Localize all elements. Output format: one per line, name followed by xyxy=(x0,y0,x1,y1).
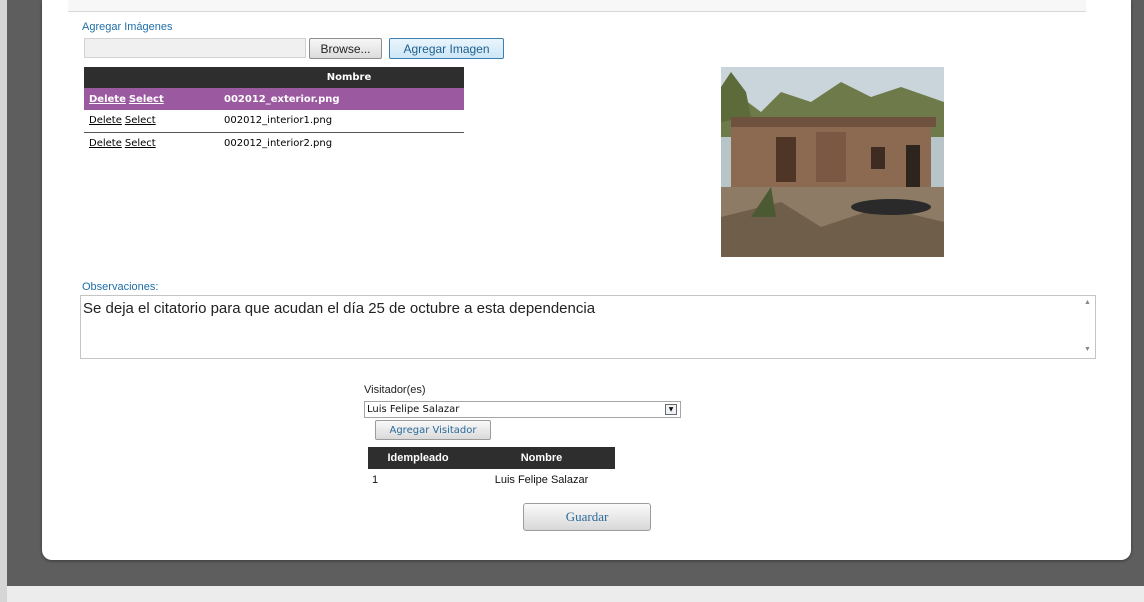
dropdown-arrow-icon[interactable]: ▼ xyxy=(665,404,677,415)
browse-button[interactable]: Browse... xyxy=(309,38,382,59)
nombre-column-header: Nombre xyxy=(468,447,615,469)
images-section-label: Agregar Imágenes xyxy=(82,21,173,33)
visitador-select[interactable]: Luis Felipe Salazar ▼ xyxy=(364,401,681,418)
visitadores-table: Idempleado Nombre 1 Luis Felipe Salazar xyxy=(368,447,615,491)
table-row: Delete Select 002012_exterior.png xyxy=(84,88,464,110)
employee-name: Luis Felipe Salazar xyxy=(494,474,589,486)
table-row: Delete Select 002012_interior1.png xyxy=(84,110,464,132)
scroll-down-icon[interactable]: ▼ xyxy=(1084,346,1091,353)
images-table: Nombre Delete Select 002012_exterior.png … xyxy=(84,67,464,154)
page-footer xyxy=(7,586,1144,602)
observaciones-label: Observaciones: xyxy=(82,281,159,293)
file-path-input[interactable] xyxy=(84,38,306,58)
add-image-button[interactable]: Agregar Imagen xyxy=(389,38,504,59)
add-visitador-button[interactable]: Agregar Visitador xyxy=(375,420,491,440)
select-link[interactable]: Select xyxy=(125,138,156,149)
observaciones-text: Se deja el citatorio para que acudan el … xyxy=(83,300,596,317)
delete-link[interactable]: Delete xyxy=(89,138,122,149)
visitador-selected-value: Luis Felipe Salazar xyxy=(367,404,460,415)
table-row: Delete Select 002012_interior2.png xyxy=(84,132,464,154)
table-row: 1 Luis Felipe Salazar xyxy=(368,469,615,491)
file-name: 002012_exterior.png xyxy=(224,93,340,105)
delete-link[interactable]: Delete xyxy=(89,94,126,105)
page-left-edge xyxy=(0,0,7,602)
scroll-up-icon[interactable]: ▲ xyxy=(1084,299,1091,306)
visitadores-label: Visitador(es) xyxy=(364,384,426,396)
idempleado-column-header: Idempleado xyxy=(368,447,468,469)
observaciones-textarea[interactable]: Se deja el citatorio para que acudan el … xyxy=(80,295,1096,359)
file-name: 002012_interior2.png xyxy=(224,137,333,149)
panel-top-strip xyxy=(68,0,1086,12)
name-column-header: Nombre xyxy=(326,72,372,83)
select-link[interactable]: Select xyxy=(125,115,156,126)
select-link[interactable]: Select xyxy=(129,94,164,105)
file-name: 002012_interior1.png xyxy=(224,115,333,127)
employee-id: 1 xyxy=(372,474,379,486)
save-button[interactable]: Guardar xyxy=(523,503,651,531)
house-exterior-photo xyxy=(721,67,944,257)
delete-link[interactable]: Delete xyxy=(89,115,122,126)
textarea-scrollbar[interactable]: ▲ ▼ xyxy=(1079,296,1095,358)
images-table-header: Nombre xyxy=(84,67,464,88)
